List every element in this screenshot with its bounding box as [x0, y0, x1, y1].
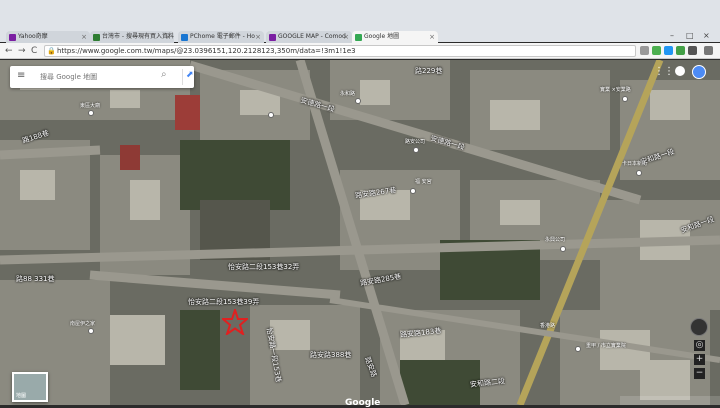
pchome-favicon-icon [181, 34, 188, 41]
map-type-label: 地圖 [16, 393, 27, 399]
zoom-in-button[interactable]: + [694, 354, 705, 365]
browser-tab-yahoo[interactable]: Yahoo奇摩 × [6, 31, 90, 43]
minimize-button[interactable]: – [670, 31, 674, 41]
tab-close-icon[interactable]: × [81, 31, 87, 43]
address-bar-row: ← → C 🔒 https://www.google.com.tw/maps/@… [0, 43, 720, 59]
menu-icon[interactable]: ≡ [17, 70, 25, 81]
tab-title: Google 地圖 [364, 33, 400, 40]
place-label: 重甲 / 市立實業院 [586, 343, 626, 349]
yahoo-favicon-icon [269, 34, 276, 41]
tab-title: PChome 電子郵件 - Ho [190, 33, 255, 40]
place-pin-icon[interactable] [622, 96, 628, 102]
lock-icon: 🔒 [47, 47, 56, 55]
place-label: 南屋伊之家 [70, 321, 96, 327]
place-pin-icon[interactable] [268, 112, 274, 118]
close-window-button[interactable]: × [703, 31, 710, 41]
tab-close-icon[interactable]: × [343, 31, 349, 43]
place-label: 實業 ×安業路 [600, 87, 631, 93]
red-star-marker-icon [222, 309, 248, 335]
place-pin-icon[interactable] [410, 188, 416, 194]
location-button[interactable]: ◎ [694, 340, 705, 351]
road-label: 路88 331巷 [16, 275, 55, 283]
road-label: 路229巷 [415, 67, 443, 75]
chrome-menu-icon[interactable] [704, 46, 713, 55]
browser-tab-google-maps[interactable]: Google 地圖 × [352, 31, 438, 43]
google-watermark: Google [345, 398, 381, 408]
reload-button[interactable]: C [31, 45, 37, 57]
extension-icon[interactable] [652, 46, 661, 55]
map-type-toggle[interactable]: 地圖 [12, 372, 48, 402]
tab-title: GOOGLE MAP - Comod [278, 33, 346, 40]
tab-close-icon[interactable]: × [429, 31, 435, 43]
place-label: 香港路 [540, 323, 556, 329]
site-favicon-icon [93, 34, 100, 41]
map-footer-bar [620, 396, 720, 405]
place-pin-icon[interactable] [560, 246, 566, 252]
search-input[interactable] [40, 69, 150, 84]
extension-icon[interactable] [676, 46, 685, 55]
tab-close-icon[interactable]: × [255, 31, 261, 43]
extension-icon[interactable] [664, 46, 673, 55]
yahoo-favicon-icon [9, 34, 16, 41]
avatar[interactable] [692, 65, 706, 79]
directions-icon[interactable]: ⬈ [186, 70, 194, 80]
google-maps-favicon-icon [355, 34, 362, 41]
road-label: 路安路388巷 [310, 351, 352, 359]
place-pin-icon[interactable] [355, 98, 361, 104]
place-pin-icon[interactable] [88, 110, 94, 116]
tab-title: 台灣市 - 搜尋現有買入資料 [102, 33, 174, 40]
satellite-map[interactable]: 路229巷 安德路一段 安德路一段 路188巷 路安路267巷 路安路285巷 … [0, 60, 720, 405]
forward-button[interactable]: → [18, 45, 26, 57]
place-label: 永興公司 [545, 237, 566, 243]
road-label: 怡安路二段153巷32弄 [228, 263, 300, 271]
place-label: 路安公司 [405, 139, 426, 145]
url-field[interactable]: 🔒 https://www.google.com.tw/maps/@23.039… [44, 45, 636, 57]
bookmark-star-icon[interactable] [640, 46, 649, 55]
place-label: 東區大廟 [80, 103, 101, 109]
map-search-box: ≡ ⌕ ⬈ [10, 66, 194, 88]
compass-icon[interactable] [690, 318, 708, 336]
search-divider [182, 69, 183, 85]
tab-close-icon[interactable]: × [165, 31, 171, 43]
search-icon[interactable]: ⌕ [161, 69, 167, 80]
notifications-icon[interactable] [675, 66, 685, 76]
browser-tab-bar: Yahoo奇摩 × 台灣市 - 搜尋現有買入資料 × PChome 電子郵件 -… [0, 0, 720, 43]
zoom-out-button[interactable]: − [694, 368, 705, 379]
road-label: 怡安路二段153巷39弄 [188, 298, 260, 306]
place-pin-icon[interactable] [575, 346, 581, 352]
browser-tab-taiwan[interactable]: 台灣市 - 搜尋現有買入資料 × [90, 31, 174, 43]
extension-icon[interactable] [688, 46, 697, 55]
place-label: 卡日本新街 [622, 161, 648, 167]
place-pin-icon[interactable] [413, 147, 419, 153]
browser-tab-pchome[interactable]: PChome 電子郵件 - Ho × [178, 31, 264, 43]
back-button[interactable]: ← [5, 45, 13, 57]
browser-tab-google-map-comod[interactable]: GOOGLE MAP - Comod × [266, 31, 352, 43]
place-pin-icon[interactable] [636, 170, 642, 176]
place-label: 福 安宮 [415, 179, 432, 185]
tab-title: Yahoo奇摩 [18, 33, 48, 40]
place-pin-icon[interactable] [88, 328, 94, 334]
maximize-button[interactable]: □ [686, 31, 694, 41]
satellite-imagery [0, 60, 720, 405]
place-label: 永和路 [340, 91, 356, 97]
url-text: https://www.google.com.tw/maps/@23.03961… [57, 47, 356, 55]
